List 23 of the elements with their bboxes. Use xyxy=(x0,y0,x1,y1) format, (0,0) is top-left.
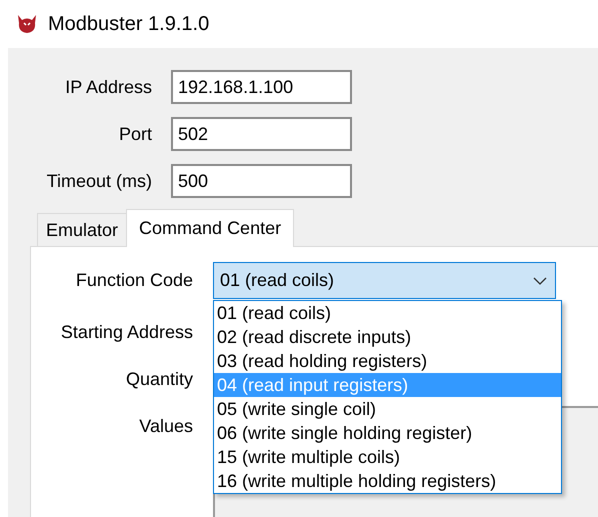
field-label: Port xyxy=(118,124,152,144)
input-field[interactable]: 502 xyxy=(171,117,352,151)
input-field[interactable]: 192.168.1.100 xyxy=(171,70,352,104)
dropdown-option[interactable]: 15 (write multiple coils) xyxy=(214,445,561,469)
window-title: Modbuster 1.9.1.0 xyxy=(48,12,210,36)
field-label: Quantity xyxy=(124,368,193,391)
field-label: Timeout (ms) xyxy=(46,170,152,192)
field-label: Function Code xyxy=(74,270,193,291)
dropdown-option[interactable]: 02 (read discrete inputs) xyxy=(214,325,561,349)
dropdown-option[interactable]: 06 (write single holding register) xyxy=(214,421,561,445)
dropdown-option[interactable]: 01 (read coils) xyxy=(214,301,561,325)
function-code-dropdown[interactable]: 01 (read coils) xyxy=(213,262,556,299)
dropdown-option[interactable]: 05 (write single coil) xyxy=(214,397,561,421)
field-label: IP Address xyxy=(64,76,152,98)
field-label: Starting Address xyxy=(60,321,193,344)
app-icon xyxy=(16,14,38,34)
dropdown-option[interactable]: 03 (read holding registers) xyxy=(214,349,561,373)
field-label: Values xyxy=(138,415,193,438)
tab[interactable]: Command Center xyxy=(126,209,294,247)
tab[interactable]: Emulator xyxy=(37,213,128,247)
dropdown-option[interactable]: 16 (write multiple holding registers) xyxy=(214,469,561,493)
input-field[interactable]: 500 xyxy=(171,164,352,198)
chevron-down-icon xyxy=(533,276,547,284)
